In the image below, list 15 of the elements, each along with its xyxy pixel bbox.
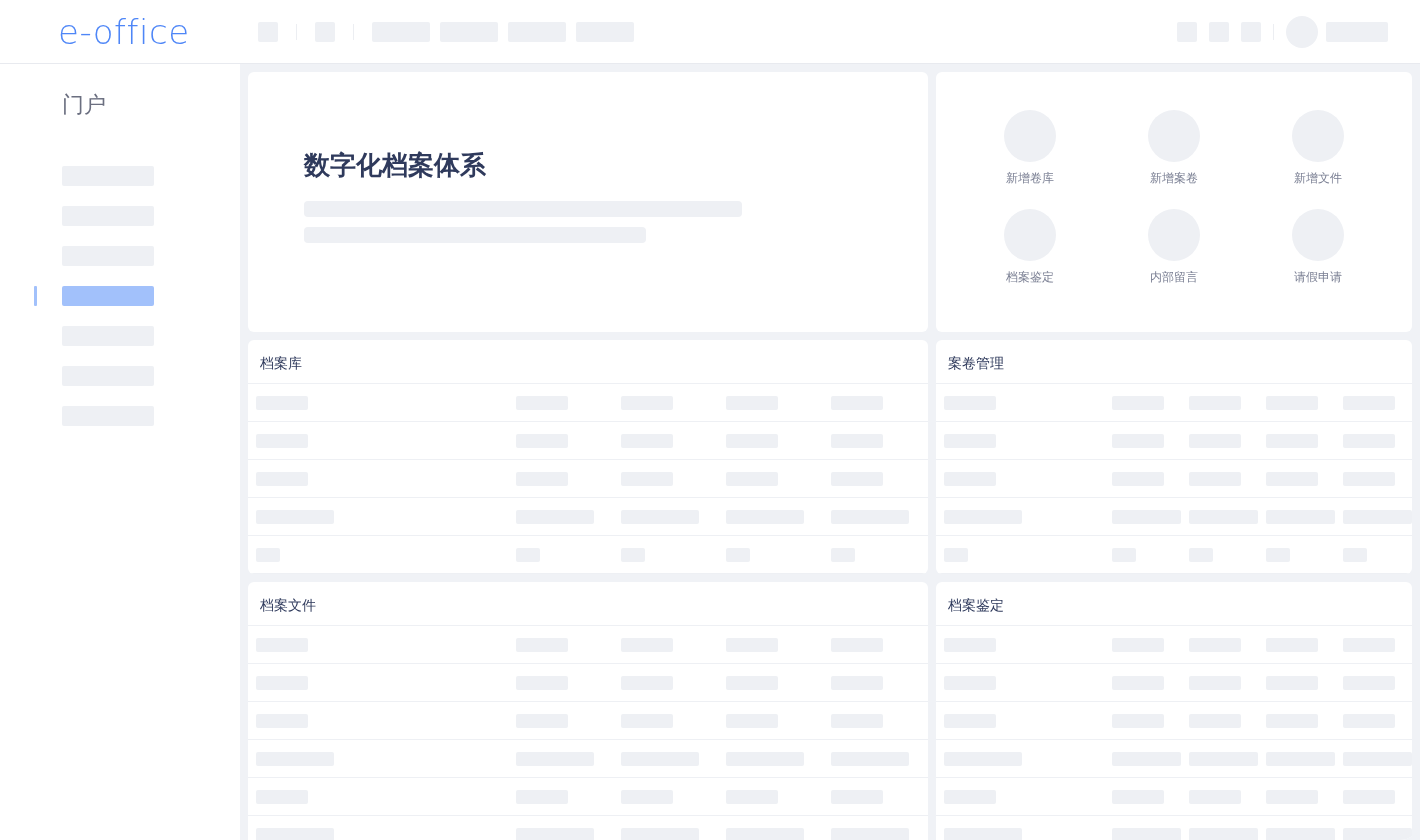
sidebar-item[interactable] xyxy=(62,286,154,306)
panel-title: 档案库 xyxy=(248,340,928,384)
quick-action[interactable]: 档案鉴定 xyxy=(958,209,1102,286)
quick-action[interactable]: 新增卷库 xyxy=(958,110,1102,187)
active-indicator xyxy=(34,286,37,306)
quick-action[interactable]: 新增案卷 xyxy=(1102,110,1246,187)
quick-action[interactable]: 新增文件 xyxy=(1246,110,1390,187)
logo: e-office xyxy=(57,11,191,52)
quick-action[interactable]: 请假申请 xyxy=(1246,209,1390,286)
panel-title: 档案文件 xyxy=(248,582,928,626)
quick-action[interactable]: 内部留言 xyxy=(1102,209,1246,286)
sidebar-title: 门户 xyxy=(61,91,107,119)
hero-title: 数字化档案体系 xyxy=(304,149,487,182)
panel-title: 档案鉴定 xyxy=(936,582,1412,626)
panel-title: 案卷管理 xyxy=(936,340,1412,384)
